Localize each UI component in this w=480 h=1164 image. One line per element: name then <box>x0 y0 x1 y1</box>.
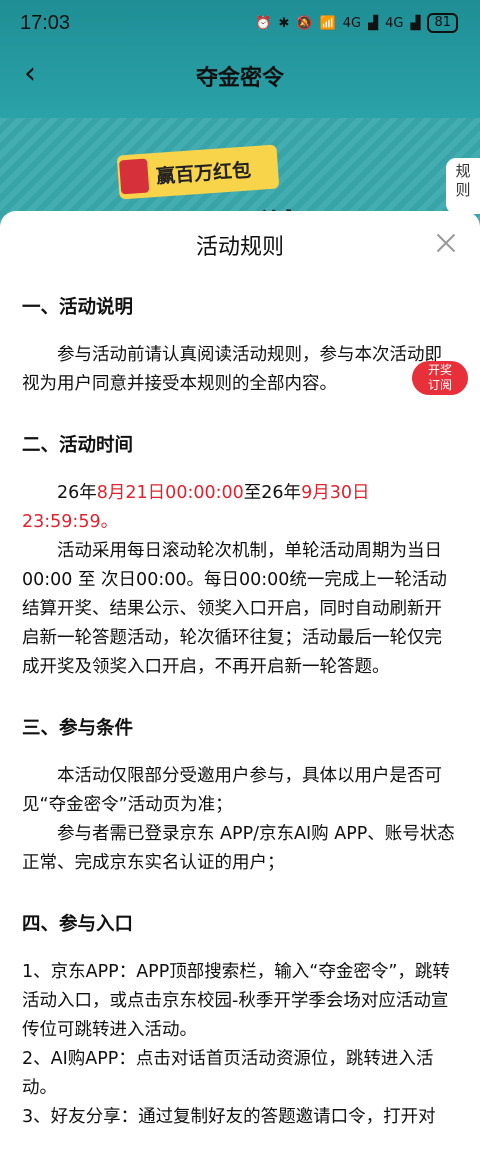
section-heading: 三、参与条件 <box>22 718 134 739</box>
period-start: 8月21日00:00:00 <box>96 483 244 503</box>
alarm-icon: ⏰ <box>255 15 272 31</box>
rules-tab-button[interactable]: 规 则 <box>446 158 480 214</box>
section-heading: 二、活动时间 <box>22 435 134 456</box>
bluetooth-icon: ✱ <box>278 15 290 31</box>
wifi-icon: 📶 <box>319 15 336 31</box>
section-conditions: 三、参与条件 本活动仅限部分受邀用户参与，具体以用户是否可见“夺金密令”活动页为… <box>22 714 458 878</box>
rules-sheet: 活动规则 一、活动说明 参与活动前请认真阅读活动规则，参与本次活动即视为用户同意… <box>0 211 480 1127</box>
rules-tab-char-1: 规 <box>455 162 471 180</box>
rules-tab-char-2: 则 <box>455 181 471 199</box>
status-time: 17:03 <box>20 12 71 34</box>
battery-indicator: 81 <box>427 13 458 33</box>
section-paragraph: 3、好友分享：通过复制好友的答题邀请口令，打开对 <box>22 1107 436 1127</box>
mute-icon: 🔕 <box>296 15 313 31</box>
page-title: 夺金密令 <box>195 66 284 91</box>
section-heading: 一、活动说明 <box>22 297 134 318</box>
activity-period: 26年8月21日00:00:00至26年9月30日23:59:59。 <box>22 479 458 537</box>
lottery-subscribe-button[interactable]: 开奖 订阅 <box>412 361 468 395</box>
section-heading: 四、参与入口 <box>22 914 134 935</box>
period-mid: 至26年 <box>243 483 302 503</box>
section-time: 二、活动时间 26年8月21日00:00:00至26年9月30日23:59:59… <box>22 431 458 682</box>
section-paragraph: 2、AI购APP：点击对话首页活动资源位，跳转进入活动。 <box>22 1049 434 1098</box>
sheet-title: 活动规则 <box>195 235 284 260</box>
section-entry: 四、参与入口 1、京东APP：APP顶部搜索栏，输入“夺金密令”，跳转活动入口，… <box>22 910 458 1132</box>
status-bar: 17:03 ⏰ ✱ 🔕 📶 4G ▟ 4G ▟ 81 <box>0 0 480 48</box>
close-icon[interactable] <box>434 231 458 255</box>
signal-icon: ▟ <box>368 15 379 31</box>
promo-badge-text: 赢百万红包 <box>155 158 252 188</box>
signal-4g-label-2: 4G <box>385 15 404 31</box>
subscribe-line-2: 订阅 <box>427 378 452 392</box>
status-icons: ⏰ ✱ 🔕 📶 4G ▟ 4G ▟ 81 <box>255 13 458 33</box>
section-paragraph: 本活动仅限部分受邀用户参与，具体以用户是否可见“夺金密令”活动页为准； <box>22 766 442 815</box>
period-prefix: 26年 <box>57 483 97 503</box>
subscribe-line-1: 开奖 <box>427 363 452 377</box>
section-paragraph: 参与活动前请认真阅读活动规则，参与本次活动即视为用户同意并接受本规则的全部内容。 <box>22 345 442 394</box>
section-paragraph: 活动采用每日滚动轮次机制，单轮活动周期为当日00:00 至 次日00:00。每日… <box>22 541 447 677</box>
signal-4g-label: 4G <box>342 15 362 31</box>
rules-content: 一、活动说明 参与活动前请认真阅读活动规则，参与本次活动即视为用户同意并接受本规… <box>22 293 458 1164</box>
section-paragraph: 参与者需已登录京东 APP/京东AI购 APP、账号状态正常、完成京东实名认证的… <box>22 824 455 873</box>
nav-bar: ‹ 夺金密令 <box>0 52 480 98</box>
signal-icon-2: ▟ <box>410 15 421 31</box>
section-paragraph: 1、京东APP：APP顶部搜索栏，输入“夺金密令”，跳转活动入口，或点击京东校园… <box>22 962 450 1040</box>
section-description: 一、活动说明 参与活动前请认真阅读活动规则，参与本次活动即视为用户同意并接受本规… <box>22 293 458 399</box>
red-envelope-icon <box>119 158 150 195</box>
